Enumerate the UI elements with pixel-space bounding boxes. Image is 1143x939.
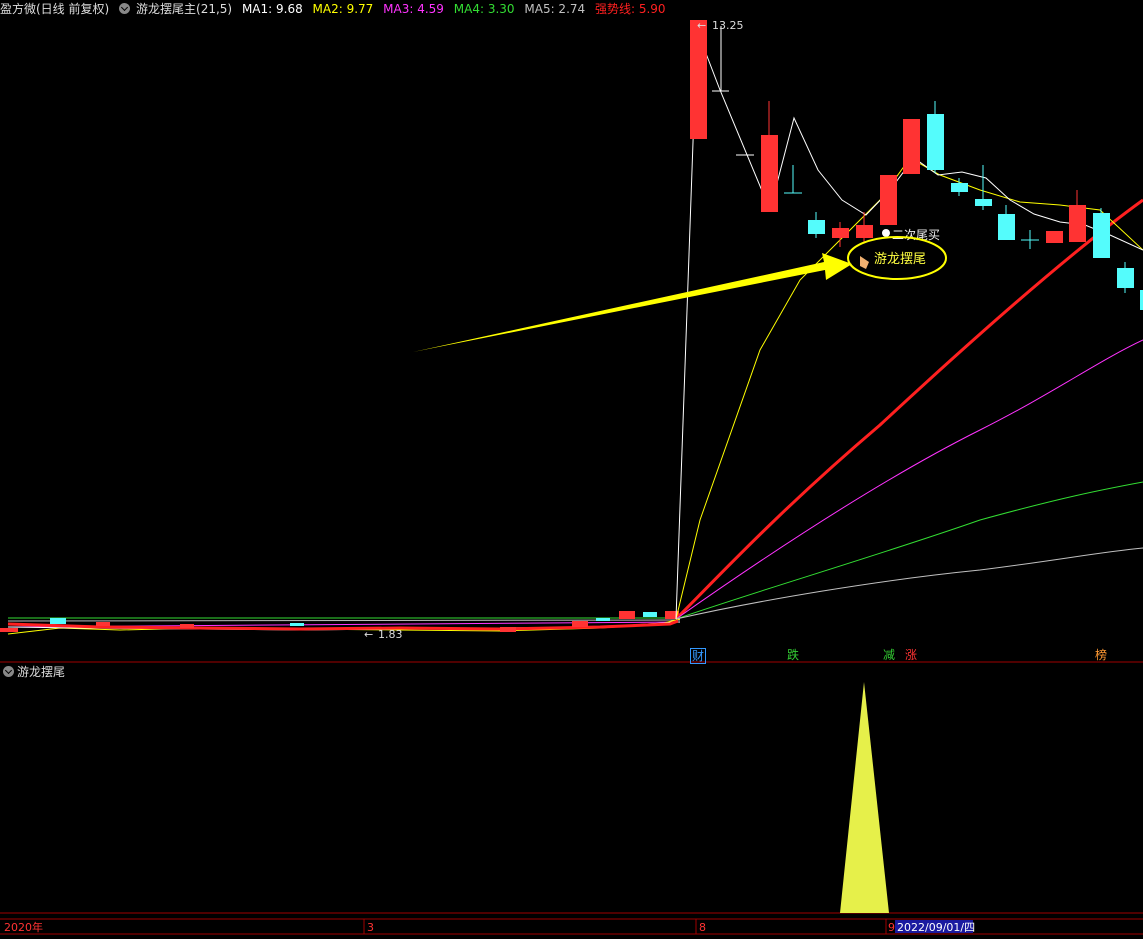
ma5-line <box>675 547 1143 620</box>
candle <box>1046 231 1063 243</box>
high-marker: ← <box>697 19 706 32</box>
candle <box>903 119 920 174</box>
event-tag-list[interactable]: 榜 <box>1094 648 1108 662</box>
candle <box>998 214 1015 240</box>
candle <box>880 175 897 225</box>
candle <box>951 183 968 192</box>
current-date: 2022/09/01/四 <box>897 921 975 934</box>
price-chart[interactable]: ← 13.25 ← 1.83 二次尾买 游龙摆尾 2020年 3 8 9 202… <box>0 0 1143 939</box>
callout-label: 游龙摆尾 <box>874 252 926 267</box>
candle <box>856 225 873 238</box>
flat-region <box>0 611 681 635</box>
candle <box>690 20 707 139</box>
timeline-month-3: 3 <box>367 921 374 934</box>
candle <box>975 199 992 206</box>
event-tag-rise[interactable]: 涨 <box>904 648 918 662</box>
low-marker: ← <box>364 628 373 641</box>
candle <box>808 220 825 234</box>
candle <box>927 114 944 170</box>
candle <box>1117 268 1134 288</box>
ma-lines <box>674 29 1143 621</box>
sub-panel-title[interactable]: 游龙摆尾 <box>17 665 65 679</box>
high-label: 13.25 <box>712 19 744 32</box>
candle <box>1093 213 1110 258</box>
ma1-line <box>675 29 1143 620</box>
event-tag-finance[interactable]: 财 <box>690 648 707 664</box>
hand-cursor-icon <box>860 256 869 269</box>
sub-indicator-menu-icon[interactable] <box>3 666 14 677</box>
second-buy-label: 二次尾买 <box>892 228 940 242</box>
timeline-month-8: 8 <box>699 921 706 934</box>
timeline-month-9: 9 <box>888 921 895 934</box>
low-label: 1.83 <box>378 628 403 641</box>
candle <box>761 135 778 212</box>
event-tag-fall[interactable]: 跌 <box>786 648 800 662</box>
buy-dot-icon <box>882 229 890 237</box>
candle <box>1069 205 1086 242</box>
timeline-year: 2020年 <box>4 920 43 934</box>
candle <box>832 228 849 238</box>
ma3-line <box>675 339 1143 620</box>
callout-arrow-icon <box>413 253 852 352</box>
signal-spike <box>840 682 889 913</box>
event-tag-reduce[interactable]: 减 <box>882 648 896 662</box>
ma4-line <box>675 481 1143 620</box>
sub-panel-header: 游龙摆尾 <box>0 663 65 681</box>
